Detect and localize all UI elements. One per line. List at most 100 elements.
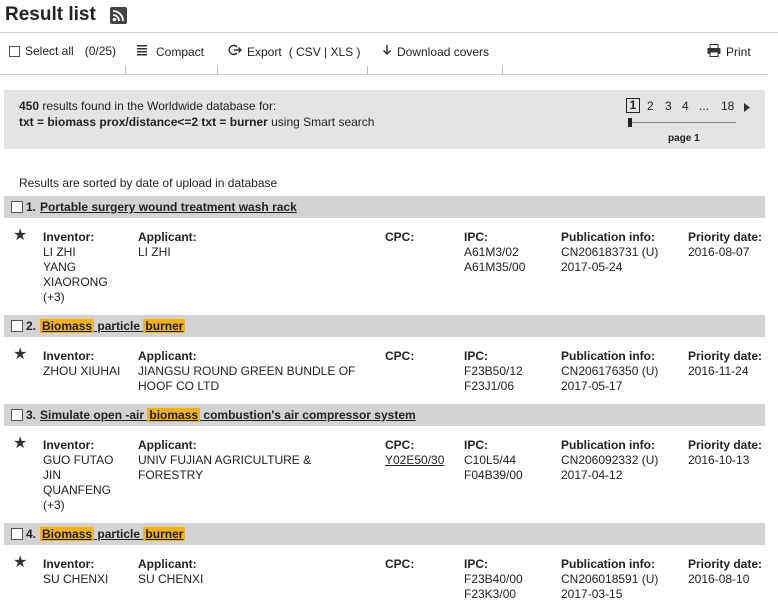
compact-button[interactable]: Compact (136, 44, 204, 59)
export-control[interactable]: Export ( CSV | XLS ) (228, 44, 361, 59)
result-applicant-column: Applicant: JIANGSU ROUND GREEN BUNDLE OF H… (138, 349, 355, 394)
pager-page-2[interactable]: 2 (647, 99, 654, 113)
print-label[interactable]: Print (726, 45, 751, 59)
result-applicant-column: Applicant: SU CHENXI (138, 557, 203, 587)
inventor-label: Inventor: (43, 230, 95, 244)
result-priority-column: Priority date: 2016-08-10 (688, 557, 762, 587)
result-inventor-column: Inventor: GUO FUTAO JIN QUANFENG (+3) (43, 438, 113, 513)
applicant-label: Applicant: (138, 349, 197, 363)
highlighted-term[interactable]: Biomass (40, 319, 95, 333)
result-checkbox[interactable] (11, 320, 23, 332)
result-inventor-column: Inventor: ZHOU XIUHAI (43, 349, 120, 379)
pager-page-3[interactable]: 3 (665, 99, 672, 113)
cpc-label: CPC: (385, 230, 415, 244)
result-cpc-column: CPC: (385, 230, 414, 245)
result-title-link[interactable]: Portable surgery wound treatment wash ra… (40, 200, 297, 214)
inventor-value: QUANFENG (43, 483, 112, 497)
applicant-label: Applicant: (138, 557, 197, 571)
select-all-label[interactable]: Select all (25, 44, 74, 58)
print-button[interactable]: Print (707, 44, 751, 60)
ipc-label: IPC: (464, 230, 488, 244)
download-arrow-icon (382, 44, 392, 59)
result-priority-column: Priority date: 2016-08-07 (688, 230, 762, 260)
ipc-value: A61M3/02 (464, 245, 519, 259)
export-formats[interactable]: ( CSV | XLS ) (289, 45, 361, 59)
pager-slider-handle[interactable] (628, 118, 632, 127)
cpc-label: CPC: (385, 557, 415, 571)
publication-value: CN206183731 (U) (561, 245, 659, 259)
title-text[interactable]: combustion's air compressor system (200, 408, 415, 422)
result-title-link[interactable]: Biomass particle burner (40, 319, 186, 333)
export-label[interactable]: Export (247, 45, 282, 59)
ipc-value: F23B40/00 (464, 572, 523, 586)
title-text[interactable]: particle (94, 319, 143, 333)
results-count-text: results found in the Worldwide database … (39, 99, 277, 113)
ipc-value: C10L5/44 (464, 453, 517, 467)
ipc-value: A61M35/00 (464, 260, 526, 274)
inventor-value: XIAORONG (43, 275, 108, 289)
priority-label: Priority date: (688, 349, 763, 363)
favorite-star-icon[interactable]: ★ (13, 436, 27, 452)
compact-label[interactable]: Compact (156, 45, 204, 59)
publication-value: 2017-04-12 (561, 468, 623, 482)
download-covers-button[interactable]: Download covers (382, 44, 489, 59)
cpc-value[interactable]: Y02E50/30 (385, 453, 444, 468)
highlighted-term[interactable]: burner (143, 527, 186, 541)
publication-label: Publication info: (561, 349, 655, 363)
printer-icon (707, 44, 721, 60)
ipc-label: IPC: (464, 557, 488, 571)
applicant-value: JIANGSU ROUND GREEN BUNDLE OF (138, 364, 356, 378)
publication-label: Publication info: (561, 230, 655, 244)
highlighted-term[interactable]: burner (143, 319, 186, 333)
inventor-value: YANG (43, 260, 77, 274)
result-checkbox[interactable] (11, 528, 23, 540)
ipc-value: F04B39/00 (464, 468, 523, 482)
select-all-control[interactable]: Select all (0/25) (9, 44, 116, 58)
ipc-value: F23K3/00 (464, 587, 517, 601)
highlighted-term[interactable]: Biomass (40, 527, 95, 541)
result-checkbox[interactable] (11, 409, 23, 421)
applicant-label: Applicant: (138, 438, 197, 452)
favorite-star-icon[interactable]: ★ (13, 347, 27, 363)
result-checkbox[interactable] (11, 201, 23, 213)
rss-feed-icon[interactable] (110, 7, 127, 24)
applicant-label: Applicant: (138, 230, 197, 244)
result-publication-column: Publication info: CN206018591 (U) 2017-03-… (561, 557, 658, 602)
result-applicant-column: Applicant: UNIV FUJIAN AGRICULTURE & FORES… (138, 438, 311, 483)
publication-value: CN206092332 (U) (561, 453, 659, 467)
pager-page-label: page 1 (668, 133, 700, 144)
title-text[interactable]: particle (94, 527, 143, 541)
result-title-link[interactable]: Simulate open -air biomass combustion's … (40, 408, 416, 422)
result-cpc-column: CPC: Y02E50/30 (385, 438, 444, 468)
pager-page-last[interactable]: 18 (721, 99, 734, 113)
compact-list-icon (136, 44, 148, 59)
download-covers-label[interactable]: Download covers (397, 45, 489, 59)
inventor-value: GUO FUTAO (43, 453, 114, 467)
select-all-checkbox[interactable] (9, 45, 20, 57)
highlighted-term[interactable]: biomass (147, 408, 201, 422)
result-applicant-column: Applicant: LI ZHI (138, 230, 197, 260)
pager-current-page[interactable]: 1 (626, 98, 640, 113)
pager-next-icon[interactable] (744, 101, 751, 115)
pager-ellipsis: ... (699, 99, 710, 113)
favorite-star-icon[interactable]: ★ (13, 228, 27, 244)
inventor-value: (+3) (43, 498, 65, 512)
toolbar-divider (502, 66, 503, 74)
pager-page-4[interactable]: 4 (682, 99, 689, 113)
inventor-value: (+3) (43, 290, 65, 304)
query-text: txt = biomass prox/distance<=2 txt = bur… (19, 115, 268, 129)
pager-slider-track[interactable] (630, 122, 736, 123)
title-text[interactable]: Simulate open -air (40, 408, 147, 422)
title-text[interactable]: Portable surgery wound treatment wash ra… (40, 200, 297, 214)
inventor-value: SU CHENXI (43, 572, 109, 586)
result-title-link[interactable]: Biomass particle burner (40, 527, 186, 541)
select-count: (0/25) (84, 44, 117, 58)
ipc-label: IPC: (464, 349, 488, 363)
result-title-row: 4. Biomass particle burner (11, 527, 186, 541)
favorite-star-icon[interactable]: ★ (13, 555, 27, 571)
result-publication-column: Publication info: CN206092332 (U) 2017-04-… (561, 438, 658, 483)
query-mode-text: using Smart search (267, 115, 375, 129)
publication-value: CN206018591 (U) (561, 572, 659, 586)
result-title-row: 2. Biomass particle burner (11, 319, 186, 333)
ipc-value: F23B50/12 (464, 364, 523, 378)
